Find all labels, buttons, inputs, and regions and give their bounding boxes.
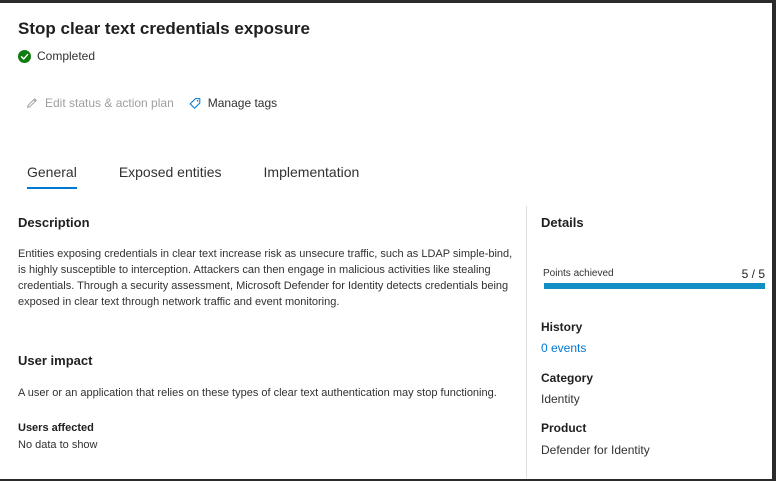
recommendation-panel: Stop clear text credentials exposure Com… <box>0 3 772 479</box>
tab-implementation[interactable]: Implementation <box>255 161 369 189</box>
product-value: Defender for Identity <box>541 443 650 457</box>
category-label: Category <box>541 371 594 385</box>
details-heading: Details <box>541 215 584 230</box>
points-achieved-value: 5 / 5 <box>741 267 765 281</box>
edit-status-label: Edit status & action plan <box>45 96 174 110</box>
check-circle-icon <box>18 49 31 63</box>
pencil-icon <box>26 98 37 109</box>
action-bar: Edit status & action plan Manage tags <box>25 96 277 110</box>
status-text: Completed <box>37 49 96 63</box>
user-impact-text: A user or an application that relies on … <box>18 387 497 399</box>
manage-tags-button[interactable]: Manage tags <box>188 96 277 110</box>
tab-general[interactable]: General <box>18 161 86 189</box>
description-heading: Description <box>18 215 90 230</box>
users-affected-value: No data to show <box>18 439 98 451</box>
users-affected-label: Users affected <box>18 422 94 434</box>
tab-bar: General Exposed entities Implementation <box>18 161 392 189</box>
user-impact-heading: User impact <box>18 353 93 368</box>
edit-status-button[interactable]: Edit status & action plan <box>25 96 174 110</box>
tab-exposed-entities[interactable]: Exposed entities <box>110 161 231 189</box>
points-achieved-label: Points achieved <box>543 268 614 279</box>
tag-icon <box>189 98 201 109</box>
page-title: Stop clear text credentials exposure <box>18 19 310 38</box>
points-progress-fill <box>544 283 765 289</box>
points-progress-bar <box>544 283 765 289</box>
product-label: Product <box>541 421 587 435</box>
status-indicator: Completed <box>18 49 95 63</box>
manage-tags-label: Manage tags <box>207 96 278 110</box>
description-text: Entities exposing credentials in clear t… <box>18 248 513 308</box>
column-divider <box>526 206 527 478</box>
category-value: Identity <box>541 392 580 406</box>
history-label: History <box>541 320 583 334</box>
history-events-link[interactable]: 0 events <box>541 341 586 355</box>
